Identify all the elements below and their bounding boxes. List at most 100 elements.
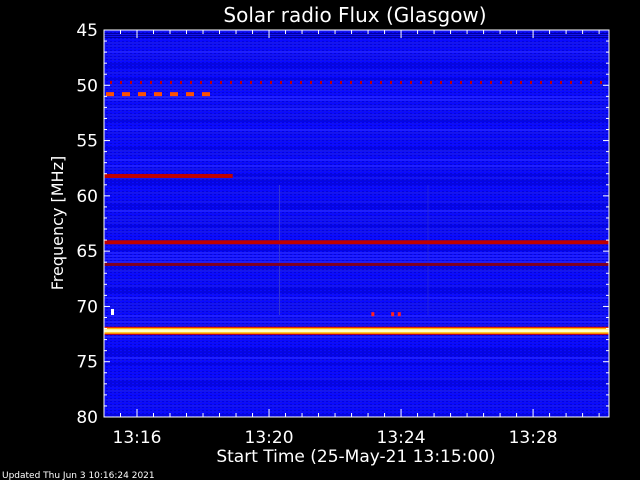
emission-dot bbox=[550, 80, 552, 84]
background-band bbox=[104, 399, 609, 401]
spectrogram-chart: Solar radio Flux (Glasgow) 45 50 55 60 65 70 7… bbox=[2, 3, 610, 480]
emission-dot bbox=[290, 80, 292, 84]
emission-line bbox=[104, 262, 609, 266]
x-tick-label: 13:20 bbox=[245, 428, 294, 448]
emission-dot bbox=[180, 80, 182, 84]
background-band bbox=[104, 204, 609, 206]
background-band bbox=[104, 99, 609, 101]
background-band bbox=[104, 351, 609, 353]
emission-dot bbox=[170, 80, 172, 84]
emission-dot bbox=[400, 80, 402, 84]
background-band bbox=[104, 354, 609, 356]
emission-dash bbox=[170, 92, 178, 97]
background-band bbox=[104, 321, 609, 323]
background-band bbox=[104, 45, 609, 47]
emission-dot bbox=[590, 80, 592, 84]
background-band bbox=[104, 252, 609, 254]
background-band bbox=[104, 279, 609, 281]
update-timestamp: Updated Thu Jun 3 10:16:24 2021 bbox=[2, 471, 155, 480]
background-band bbox=[104, 348, 609, 350]
emission-dot bbox=[190, 80, 192, 84]
background-band bbox=[104, 96, 609, 98]
emission-dot bbox=[310, 80, 312, 84]
background-band bbox=[104, 249, 609, 251]
background-band bbox=[104, 270, 609, 272]
emission-dot bbox=[140, 80, 142, 84]
background-band bbox=[104, 63, 609, 65]
background-band bbox=[104, 78, 609, 80]
spectral-bands bbox=[104, 30, 609, 416]
emission-dot bbox=[250, 80, 252, 84]
emission-blip bbox=[111, 308, 114, 315]
background-band bbox=[104, 225, 609, 227]
background-band bbox=[104, 108, 609, 110]
emission-dot bbox=[160, 80, 162, 84]
emission-dot bbox=[350, 80, 352, 84]
background-band bbox=[104, 405, 609, 407]
emission-dot bbox=[320, 80, 322, 84]
emission-dot bbox=[280, 80, 282, 84]
emission-dot bbox=[340, 80, 342, 84]
x-tick-label: 13:28 bbox=[509, 428, 558, 448]
background-band bbox=[104, 132, 609, 134]
y-tick-label: 45 bbox=[76, 21, 98, 41]
emission-dot bbox=[490, 80, 492, 84]
background-band bbox=[104, 57, 609, 59]
background-band bbox=[104, 261, 609, 263]
emission-dash bbox=[154, 92, 162, 97]
background-band bbox=[104, 105, 609, 107]
background-band bbox=[104, 363, 609, 365]
emission-dot bbox=[300, 80, 302, 84]
emission-dot bbox=[580, 80, 582, 84]
plot-area bbox=[104, 30, 609, 417]
emission-dot bbox=[370, 80, 372, 84]
emission-dot bbox=[110, 80, 112, 84]
background-band bbox=[104, 168, 609, 170]
y-tick-label: 60 bbox=[76, 187, 98, 207]
background-band bbox=[104, 381, 609, 383]
emission-line bbox=[104, 329, 609, 333]
emission-dot bbox=[510, 80, 512, 84]
emission-dash bbox=[186, 92, 194, 97]
emission-dot bbox=[420, 80, 422, 84]
emission-dot bbox=[390, 80, 392, 84]
emission-dot bbox=[120, 80, 122, 84]
background-band bbox=[104, 297, 609, 299]
background-band bbox=[104, 180, 609, 182]
background-band bbox=[104, 72, 609, 74]
y-tick-label: 50 bbox=[76, 76, 98, 96]
y-tick-label: 55 bbox=[76, 132, 98, 152]
emission-dash bbox=[122, 92, 130, 97]
emission-dot bbox=[360, 80, 362, 84]
background-vertical-streak bbox=[278, 185, 280, 315]
background-band bbox=[104, 228, 609, 230]
emission-dot bbox=[380, 80, 382, 84]
background-band bbox=[104, 258, 609, 260]
background-band bbox=[104, 216, 609, 218]
background-band bbox=[104, 183, 609, 185]
background-band bbox=[104, 357, 609, 359]
emission-burst bbox=[397, 312, 401, 317]
background-band bbox=[104, 291, 609, 293]
background-band bbox=[104, 120, 609, 122]
background-band bbox=[104, 159, 609, 161]
background-band bbox=[104, 255, 609, 257]
emission-dot bbox=[410, 80, 412, 84]
x-tick-label: 13:24 bbox=[377, 428, 426, 448]
emission-dot bbox=[210, 80, 212, 84]
background-band bbox=[104, 324, 609, 326]
emission-dot bbox=[560, 80, 562, 84]
y-tick-label: 75 bbox=[76, 353, 98, 373]
background-band bbox=[104, 150, 609, 152]
background-band bbox=[104, 285, 609, 287]
emission-dot bbox=[130, 80, 132, 84]
background-band bbox=[104, 384, 609, 386]
emission-dot bbox=[450, 80, 452, 84]
emission-dot bbox=[460, 80, 462, 84]
emission-line bbox=[104, 240, 609, 245]
emission-dot bbox=[230, 80, 232, 84]
emission-line bbox=[104, 173, 233, 178]
background-band bbox=[104, 117, 609, 119]
background-band bbox=[104, 129, 609, 131]
chart-title: Solar radio Flux (Glasgow) bbox=[223, 3, 486, 27]
